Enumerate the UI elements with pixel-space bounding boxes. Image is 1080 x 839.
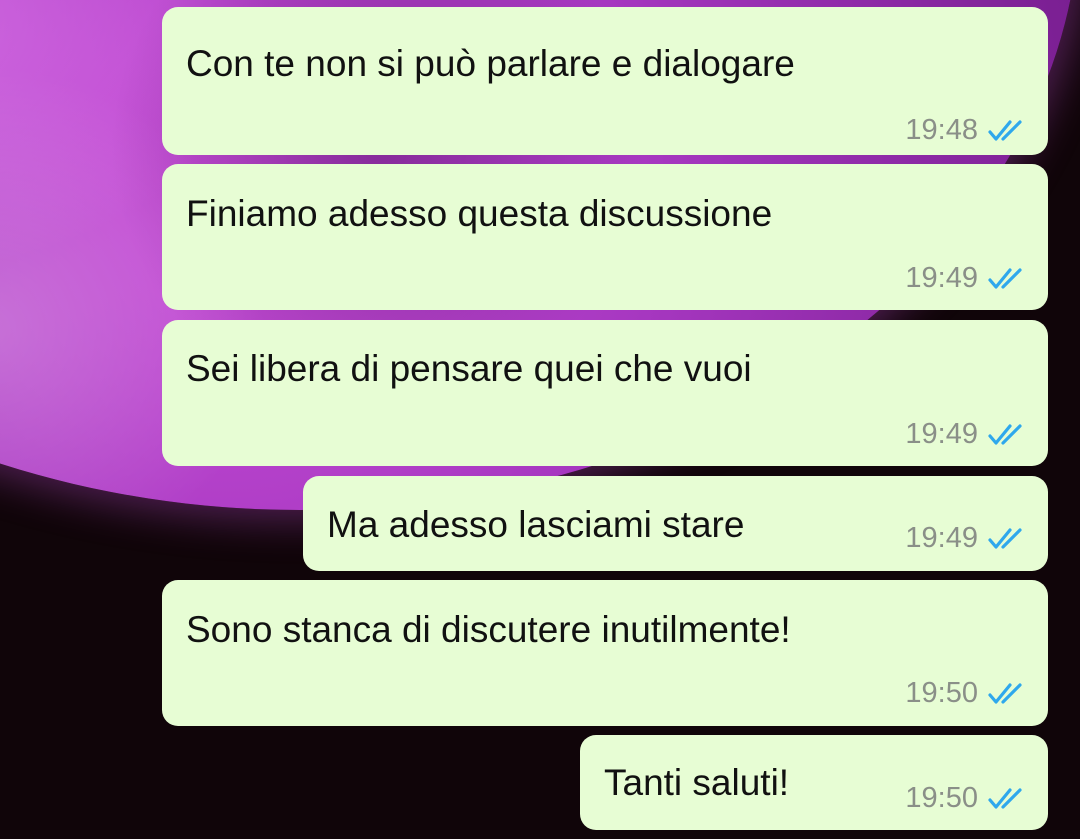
message-time: 19:49 xyxy=(905,522,978,554)
double-check-read-icon xyxy=(988,527,1022,549)
message-meta: 19:49 xyxy=(905,264,1026,293)
message-meta: 19:49 xyxy=(905,420,1026,449)
outgoing-message-bubble[interactable]: Finiamo adesso questa discussione 19:49 xyxy=(162,164,1048,310)
outgoing-message-bubble[interactable]: Sono stanca di discutere inutilmente! 19… xyxy=(162,580,1048,726)
double-check-read-icon xyxy=(988,682,1022,704)
message-meta: 19:50 xyxy=(905,679,1026,708)
double-check-read-icon xyxy=(988,787,1022,809)
double-check-read-icon xyxy=(988,267,1022,289)
outgoing-message-bubble[interactable]: Con te non si può parlare e dialogare 19… xyxy=(162,7,1048,155)
message-meta: 19:48 xyxy=(905,116,1026,145)
message-text: Ma adesso lasciami stare xyxy=(327,504,745,545)
outgoing-message-bubble[interactable]: Ma adesso lasciami stare 19:49 xyxy=(303,476,1048,571)
message-time: 19:50 xyxy=(905,677,978,709)
message-time: 19:49 xyxy=(905,418,978,450)
message-time: 19:49 xyxy=(905,262,978,294)
message-text: Sono stanca di discutere inutilmente! xyxy=(186,609,791,650)
message-text: Sei libera di pensare quei che vuoi xyxy=(186,348,752,389)
double-check-read-icon xyxy=(988,119,1022,141)
message-text: Tanti saluti! xyxy=(604,762,790,803)
double-check-read-icon xyxy=(988,423,1022,445)
message-meta: 19:50 xyxy=(905,784,1026,813)
message-meta: 19:49 xyxy=(905,524,1026,553)
outgoing-message-bubble[interactable]: Tanti saluti! 19:50 xyxy=(580,735,1048,830)
outgoing-message-bubble[interactable]: Sei libera di pensare quei che vuoi 19:4… xyxy=(162,320,1048,466)
message-text: Con te non si può parlare e dialogare xyxy=(186,43,795,84)
message-text: Finiamo adesso questa discussione xyxy=(186,193,773,234)
message-time: 19:48 xyxy=(905,114,978,146)
message-time: 19:50 xyxy=(905,782,978,814)
